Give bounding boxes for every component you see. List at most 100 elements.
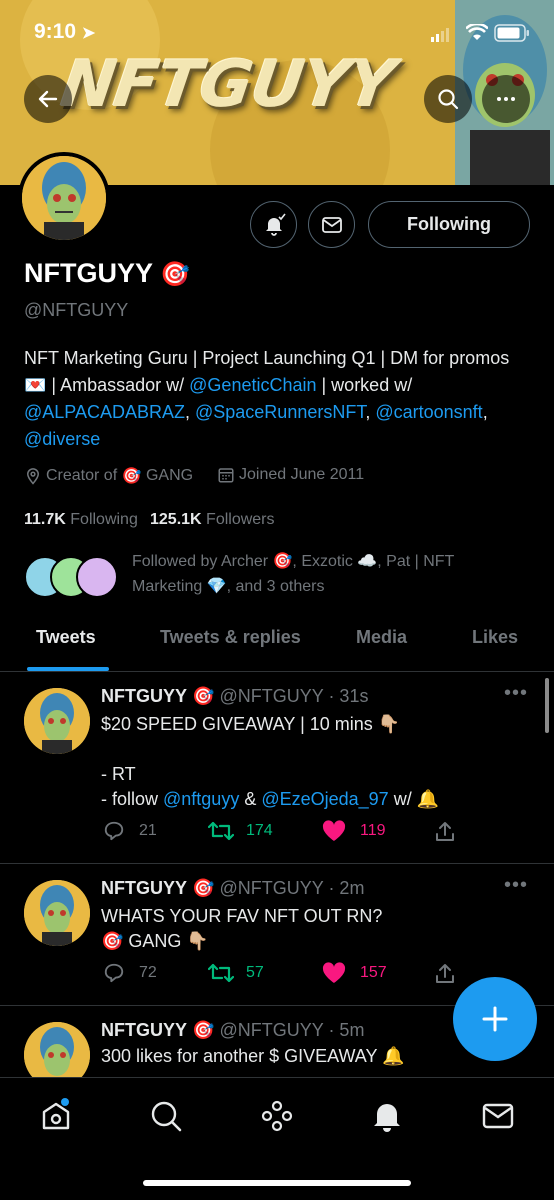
tab-tweets-and-replies[interactable]: Tweets & replies — [160, 627, 301, 648]
joined-text: Joined June 2011 — [239, 466, 365, 483]
followers-label: Followers — [206, 511, 275, 528]
name-emoji: 🎯 — [160, 261, 190, 288]
notification-bell-icon — [265, 213, 286, 236]
status-time-text: 9:10 — [34, 20, 77, 43]
home-indicator[interactable] — [143, 1180, 411, 1186]
bio-mention-link[interactable]: @GeneticChain — [189, 375, 316, 395]
tweet-author-emoji: 🎯 — [192, 686, 215, 706]
retweet-count: 57 — [246, 964, 264, 981]
tweet-author-name[interactable]: NFTGUYY — [101, 878, 187, 898]
profile-handle: @NFTGUYY — [24, 300, 129, 320]
tweet-line: 🎯 GANG 👇🏼 — [101, 931, 209, 951]
compose-tweet-button[interactable] — [453, 977, 537, 1061]
tweet-mention-link[interactable]: @EzeOjeda_97 — [261, 789, 388, 809]
tweet-author-name[interactable]: NFTGUYY — [101, 1020, 187, 1040]
profile-avatar[interactable] — [18, 152, 110, 244]
back-button[interactable] — [24, 75, 72, 123]
following-button[interactable]: Following — [368, 201, 530, 248]
followed-by-text[interactable]: Followed by Archer 🎯, Exzotic ☁️, Pat | … — [132, 549, 492, 599]
tweet-line: $20 SPEED GIVEAWAY | 10 mins 👇🏼 — [101, 714, 401, 734]
tweet-header: NFTGUYY 🎯 @NFTGUYY · 31s — [101, 686, 368, 707]
location-text: Creator of — [46, 467, 118, 484]
tweet-author-avatar[interactable] — [24, 688, 90, 754]
tweet-header: NFTGUYY 🎯 @NFTGUYY · 2m — [101, 878, 364, 899]
like-button[interactable]: 119 — [322, 820, 386, 842]
nav-home[interactable] — [38, 1098, 74, 1134]
tweet-author-emoji: 🎯 — [192, 878, 215, 898]
tweet-author-handle: @NFTGUYY — [219, 686, 324, 706]
bio-mention-link[interactable]: @diverse — [24, 429, 100, 449]
avatar-image — [24, 1022, 90, 1077]
reply-button[interactable]: 72 — [103, 962, 157, 984]
status-time: 9:10 ➤ — [34, 20, 95, 44]
nav-messages[interactable] — [480, 1098, 516, 1134]
location-emoji: 🎯 — [121, 468, 142, 485]
tweet-more-icon[interactable]: ••• — [504, 682, 528, 705]
tweet-line: WHATS YOUR FAV NFT OUT RN? — [101, 906, 383, 926]
tweet-line: - follow @nftguyy & @EzeOjeda_97 w/ 🔔 — [101, 787, 531, 812]
share-icon[interactable] — [433, 820, 457, 844]
tweet-author-handle: @NFTGUYY — [219, 878, 324, 898]
reply-count: 72 — [139, 964, 157, 981]
followed-by-avatars[interactable] — [24, 556, 120, 598]
followers-count-link[interactable]: 125.1K Followers — [150, 511, 275, 529]
profile-location: Creator of 🎯 GANG — [24, 466, 193, 486]
bio-emoji: 💌 — [24, 375, 47, 395]
heart-icon — [322, 820, 346, 841]
following-count: 11.7K — [24, 511, 66, 528]
messages-icon — [482, 1103, 514, 1129]
retweet-icon — [208, 963, 234, 983]
retweet-count: 174 — [246, 822, 273, 839]
search-icon — [438, 89, 459, 110]
reply-button[interactable]: 21 — [103, 820, 157, 842]
follower-avatar — [76, 556, 118, 598]
share-icon[interactable] — [433, 962, 457, 986]
like-count: 157 — [360, 964, 387, 981]
following-count-link[interactable]: 11.7K Following — [24, 511, 138, 529]
banner-logo-text: NFTGUYY — [56, 48, 399, 122]
mail-icon — [321, 216, 342, 233]
home-icon — [42, 1098, 70, 1130]
followers-count: 125.1K — [150, 511, 202, 528]
tweet-author-name[interactable]: NFTGUYY — [101, 686, 187, 706]
spaces-icon — [261, 1100, 293, 1132]
reply-count: 21 — [139, 822, 157, 839]
tweet-item[interactable]: NFTGUYY 🎯 @NFTGUYY · 31s ••• $20 SPEED G… — [0, 672, 554, 863]
tweet-text: $20 SPEED GIVEAWAY | 10 mins 👇🏼 - RT - f… — [101, 712, 531, 812]
explore-icon — [151, 1101, 182, 1132]
back-arrow-icon — [38, 90, 58, 108]
tweet-line: - RT — [101, 764, 136, 784]
bio-mention-link[interactable]: @ALPACADABRAZ — [24, 402, 185, 422]
bio-text: , — [184, 402, 195, 422]
tweet-header: NFTGUYY 🎯 @NFTGUYY · 5m — [101, 1020, 364, 1041]
tweet-author-avatar[interactable] — [24, 1022, 90, 1077]
profile-bio: NFT Marketing Guru | Project Launching Q… — [24, 345, 524, 453]
bio-text: | Ambassador w/ — [46, 375, 190, 395]
nav-notifications[interactable] — [369, 1098, 405, 1134]
tab-likes[interactable]: Likes — [472, 627, 518, 648]
signal-icon — [431, 28, 449, 42]
bio-text: | worked w/ — [316, 375, 413, 395]
nav-explore[interactable] — [148, 1098, 184, 1134]
tweet-mention-link[interactable]: @nftguyy — [163, 789, 239, 809]
tweet-text: WHATS YOUR FAV NFT OUT RN? 🎯 GANG 👇🏼 — [101, 904, 531, 954]
tweet-more-icon[interactable]: ••• — [504, 874, 528, 897]
retweet-button[interactable]: 174 — [208, 820, 273, 842]
message-button[interactable] — [308, 201, 355, 248]
battery-icon — [494, 24, 529, 42]
bio-mention-link[interactable]: @cartoonsnft — [375, 402, 482, 422]
retweet-button[interactable]: 57 — [208, 962, 264, 984]
more-options-button[interactable] — [482, 75, 530, 123]
notifications-toggle-button[interactable] — [250, 201, 297, 248]
tab-media[interactable]: Media — [356, 627, 407, 648]
bio-mention-link[interactable]: @SpaceRunnersNFT — [195, 402, 365, 422]
search-button[interactable] — [424, 75, 472, 123]
tweet-timestamp: · 31s — [328, 686, 369, 706]
tab-tweets[interactable]: Tweets — [36, 627, 96, 648]
tweet-timestamp: · 2m — [328, 878, 365, 898]
nav-spaces[interactable] — [259, 1098, 295, 1134]
calendar-icon — [218, 468, 234, 483]
like-button[interactable]: 157 — [322, 962, 387, 984]
tweet-author-avatar[interactable] — [24, 880, 90, 946]
reply-icon — [104, 963, 124, 983]
